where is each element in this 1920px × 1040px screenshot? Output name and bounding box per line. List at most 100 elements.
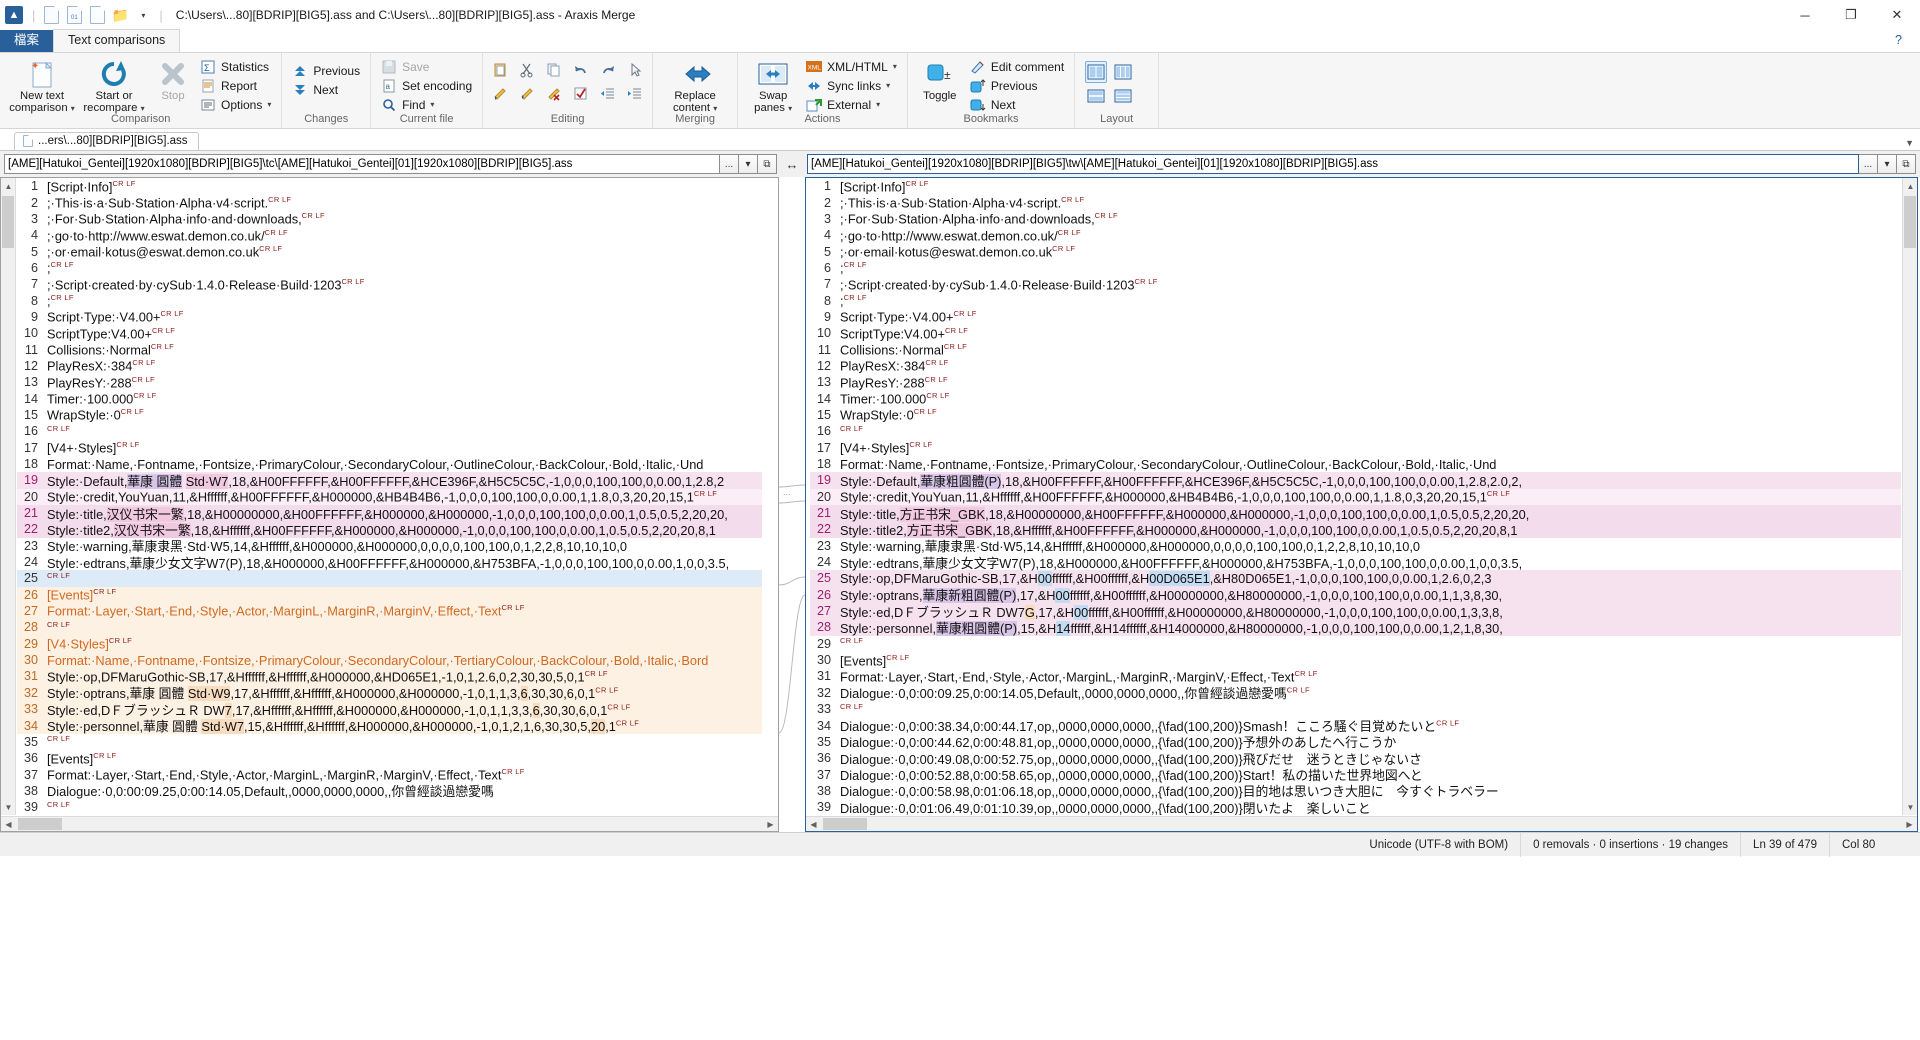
code-line[interactable]: 34 Dialogue:·0,0:00:38.34,0:00:44.17,op,,…	[810, 717, 1901, 735]
tab-text-comparisons[interactable]: Text comparisons	[53, 29, 181, 53]
left-link-button[interactable]: ⧉	[758, 154, 777, 174]
code-line[interactable]: 17 [V4+·Styles]CR LF	[17, 440, 762, 456]
code-line[interactable]: 18 Format:·Name,·Fontname,·Fontsize,·Prim…	[17, 456, 762, 472]
code-line[interactable]: 32 Style:·optrans,華康 圓體 Std·W9,17,&Hfffff…	[17, 684, 762, 702]
new-binary-icon[interactable]: 01	[64, 5, 84, 25]
code-line[interactable]: 1 [Script·Info]CR LF	[17, 178, 762, 194]
code-line[interactable]: 17 [V4+·Styles]CR LF	[810, 440, 1901, 456]
code-line[interactable]: 33 Style:·ed,DＦブラッシュＲ DW7,17,&Hffffff,&Hf…	[17, 701, 762, 718]
chevron-down-icon[interactable]: ▾	[713, 104, 717, 113]
right-scroll-up-icon[interactable]: ▲	[1903, 178, 1917, 194]
code-line[interactable]: 14 Timer:·100.000CR LF	[810, 390, 1901, 406]
code-line[interactable]: 21 Style:·title,方正书宋_GBK,18,&H00000000,&H…	[810, 504, 1901, 522]
code-line[interactable]: 5 ;·or·email·kotus@eswat.demon.co.ukCR LF	[17, 243, 762, 259]
code-line[interactable]: 25 Style:·op,DFMaruGothic-SB,17,&H00fffff…	[810, 570, 1901, 587]
code-line[interactable]: 37 Dialogue:·0,0:00:52.88,0:00:58.65,op,,…	[810, 766, 1901, 784]
code-line[interactable]: 13 PlayResY:·288CR LF	[810, 374, 1901, 390]
status-encoding[interactable]: Unicode (UTF-8 with BOM)	[1357, 832, 1522, 857]
stacked-layout-icon[interactable]	[1112, 85, 1134, 107]
code-line[interactable]: 20 Style:·credit,YouYuan,11,&Hffffff,&H00…	[17, 488, 762, 505]
code-line[interactable]: 23 Style:·warning,華康隶黑·Std·W5,14,&Hffffff…	[810, 538, 1901, 555]
indent-icon[interactable]	[624, 83, 646, 105]
left-scroll-down-icon[interactable]: ▼	[1, 799, 16, 815]
code-line[interactable]: 16 CR LF	[17, 423, 762, 439]
code-line[interactable]: 23 Style:·warning,華康隶黑·Std·W5,14,&Hffffff…	[17, 538, 762, 555]
code-line[interactable]: 24 Style:·edtrans,華康少女文字W7(P),18,&H000000…	[17, 554, 762, 571]
close-button[interactable]: ✕	[1874, 0, 1920, 30]
code-line[interactable]: 36 [Events]CR LF	[17, 750, 762, 766]
code-line[interactable]: 11 Collisions:·NormalCR LF	[810, 341, 1901, 357]
left-hscroll-left-icon[interactable]: ◀	[1, 817, 16, 831]
right-horizontal-scrollbar[interactable]: ◀ ▶	[806, 816, 1917, 831]
chevron-down-icon[interactable]: ▾	[893, 62, 897, 71]
next-bookmark-button[interactable]: Next	[966, 95, 1068, 114]
code-line[interactable]: 35 Dialogue:·0,0:00:44.62,0:00:48.81,op,,…	[810, 734, 1901, 751]
left-scroll-up-icon[interactable]: ▲	[1, 178, 16, 194]
new-text-comparison-button[interactable]: ✦ New text comparison ▾	[6, 55, 78, 115]
edit-comment-button[interactable]: Edit comment	[966, 57, 1068, 76]
code-line[interactable]: 4 ;·go·to·http://www.eswat.demon.co.uk/CR…	[17, 227, 762, 243]
next-change-button[interactable]: Next	[288, 80, 364, 99]
right-hscroll-left-icon[interactable]: ◀	[806, 817, 821, 831]
code-line[interactable]: 10 ScriptType:V4.00+CR LF	[810, 325, 1901, 341]
code-line[interactable]: 20 Style:·credit,YouYuan,11,&Hffffff,&H00…	[810, 488, 1901, 505]
code-line[interactable]: 25 CR LF	[17, 570, 762, 587]
code-line[interactable]: 7 ;·Script·created·by·cySub·1.4.0·Release…	[810, 276, 1901, 292]
maximize-button[interactable]: ❐	[1828, 0, 1874, 30]
left-history-dropdown[interactable]: ▾	[739, 154, 758, 174]
left-scroll-thumb[interactable]	[2, 196, 14, 248]
statistics-button[interactable]: Σ Statistics	[196, 57, 275, 76]
code-line[interactable]: 32 Dialogue:·0,0:00:09.25,0:00:14.05,Defa…	[810, 685, 1901, 702]
document-tab[interactable]: ...ers\...80][BDRIP][BIG5].ass	[14, 132, 199, 150]
two-pane-layout-icon[interactable]	[1085, 61, 1108, 83]
code-line[interactable]: 31 Style:·op,DFMaruGothic-SB,17,&Hffffff,…	[17, 668, 762, 685]
right-vertical-scrollbar[interactable]: ▲ ▼	[1902, 178, 1917, 815]
code-line[interactable]: 11 Collisions:·NormalCR LF	[17, 341, 762, 357]
code-line[interactable]: 31 Format:·Layer,·Start,·End,·Style,·Acto…	[810, 668, 1901, 684]
code-line[interactable]: 38 Dialogue:·0,0:00:09.25,0:00:14.05,Defa…	[17, 783, 762, 800]
code-line[interactable]: 9 Script·Type:·V4.00+CR LF	[810, 309, 1901, 325]
start-or-recompare-button[interactable]: Start or recompare ▾	[78, 55, 150, 115]
cut-icon[interactable]	[516, 59, 538, 81]
code-line[interactable]: 24 Style:·edtrans,華康少女文字W7(P),18,&H000000…	[810, 554, 1901, 571]
new-doc-icon[interactable]	[41, 5, 61, 25]
right-hscroll-right-icon[interactable]: ▶	[1902, 817, 1917, 831]
undo-icon[interactable]	[570, 59, 592, 81]
code-line[interactable]: 15 WrapStyle:·0CR LF	[810, 407, 1901, 423]
right-scroll-down-icon[interactable]: ▼	[1903, 799, 1917, 815]
open-folder-icon[interactable]: 📁	[110, 5, 130, 25]
chevron-down-icon[interactable]: ▾	[430, 100, 434, 109]
edit-down-icon[interactable]	[489, 83, 511, 105]
code-line[interactable]: 10 ScriptType:V4.00+CR LF	[17, 325, 762, 341]
horizontal-split-icon[interactable]	[1085, 85, 1107, 107]
left-vertical-scrollbar[interactable]: ▲ ▼	[1, 178, 16, 815]
left-hscroll-thumb[interactable]	[18, 818, 62, 830]
previous-bookmark-button[interactable]: Previous	[966, 76, 1068, 95]
qat-dropdown-icon[interactable]: ▾	[133, 5, 153, 25]
outdent-icon[interactable]	[597, 83, 619, 105]
swap-panes-button[interactable]: Swap panes ▾	[744, 55, 802, 115]
tab-scroll-arrows[interactable]: ▼	[1905, 138, 1914, 148]
code-line[interactable]: 30 [Events]CR LF	[810, 652, 1901, 668]
code-line[interactable]: 6 ;CR LF	[810, 260, 1901, 276]
code-line[interactable]: 19 Style:·Default,華康 圓體 Std·W7,18,&H00FFF…	[17, 472, 762, 489]
replace-content-button[interactable]: Replace content ▾	[659, 55, 731, 115]
three-pane-layout-icon[interactable]	[1112, 61, 1134, 83]
chevron-down-icon[interactable]: ▾	[788, 104, 792, 113]
left-code-area[interactable]: 1 [Script·Info]CR LF 2 ;·This·is·a·Sub·Stat…	[17, 178, 762, 815]
code-line[interactable]: 8 ;CR LF	[17, 292, 762, 308]
right-path-input[interactable]: [AME][Hatukoi_Gentei][1920x1080][BDRIP][…	[807, 154, 1859, 174]
code-line[interactable]: 39 Dialogue:·0,0:01:06.49,0:01:10.39,op,,…	[810, 799, 1901, 815]
sync-links-button[interactable]: Sync links ▾	[802, 76, 901, 95]
code-line[interactable]: 2 ;·This·is·a·Sub·Station·Alpha·v4·script…	[810, 194, 1901, 210]
left-hscroll-right-icon[interactable]: ▶	[763, 817, 778, 831]
code-line[interactable]: 27 Format:·Layer,·Start,·End,·Style,·Acto…	[17, 602, 762, 620]
code-line[interactable]: 15 WrapStyle:·0CR LF	[17, 407, 762, 423]
chevron-down-icon[interactable]: ▾	[876, 100, 880, 109]
code-line[interactable]: 33 CR LF	[810, 701, 1901, 717]
code-line[interactable]: 6 ;CR LF	[17, 260, 762, 276]
redo-icon[interactable]	[597, 59, 619, 81]
left-file-pane[interactable]: ▲ ▼ 1 [Script·Info]CR LF 2 ;·This·is·a·Sub·…	[0, 177, 779, 832]
right-browse-button[interactable]: ...	[1859, 154, 1878, 174]
code-line[interactable]: 8 ;CR LF	[810, 292, 1901, 308]
